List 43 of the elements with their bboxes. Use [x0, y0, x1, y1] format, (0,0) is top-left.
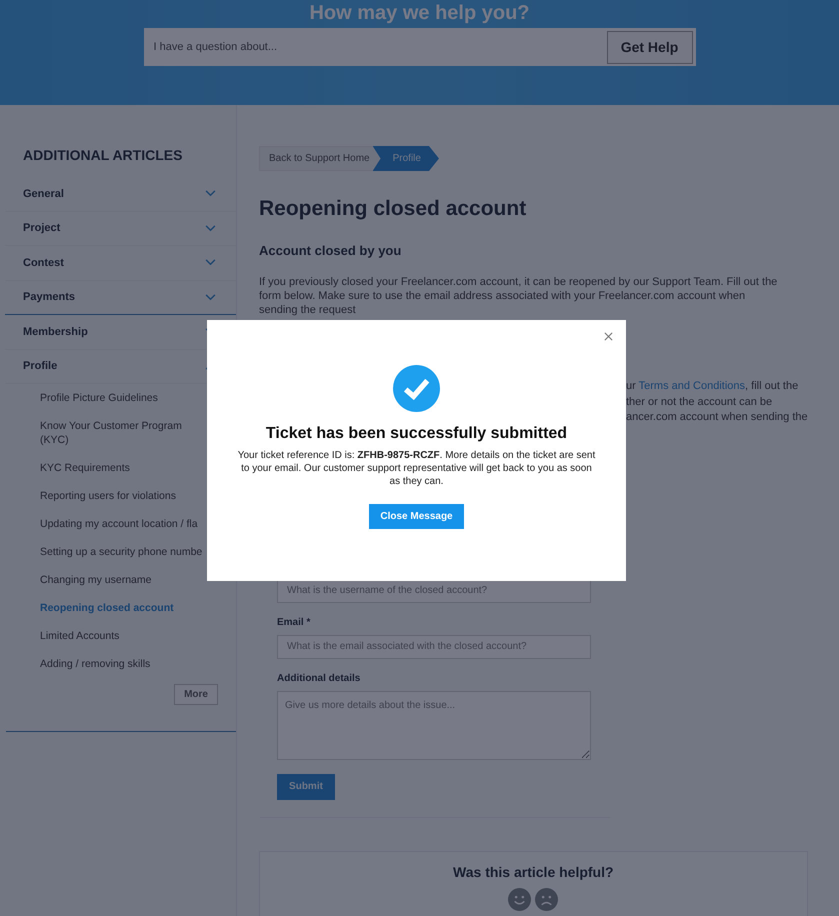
category-item[interactable]: Project [5, 212, 236, 246]
sidebar-title: ADDITIONAL ARTICLES [23, 147, 184, 163]
get-help-button[interactable]: Get Help [606, 30, 692, 64]
article-link[interactable]: Changing my username [40, 566, 210, 594]
submit-button[interactable]: Submit [277, 774, 335, 800]
field-label: Additional details [277, 672, 362, 684]
smiley-icon[interactable] [508, 888, 532, 910]
article-paragraph: If you previously closed your Freelancer.com account, it can be reopened by our Support Team. Fill out the form below. Make sure to use the email address associated with your Freelancer.com account when sending the request [259, 275, 778, 317]
article-link[interactable]: Reporting users for violations [40, 482, 210, 510]
article-link[interactable]: Know Your Customer Program (KYC) [40, 412, 210, 454]
category-item[interactable]: Contest [5, 246, 236, 280]
article-link[interactable]: Profile Picture Guidelines [40, 384, 210, 412]
chevron-icon [205, 294, 216, 301]
page-heading: How may we help you? [309, 2, 530, 26]
article-link[interactable]: Limited Accounts [40, 622, 210, 650]
chevron-icon [205, 190, 216, 198]
article-link[interactable]: Adding / removing skills [40, 650, 210, 678]
article-link[interactable]: KYC Requirements [40, 454, 210, 482]
category-item[interactable]: General [5, 177, 236, 212]
details-field[interactable]: Give us more details about the issue... [277, 690, 591, 760]
frown-icon[interactable] [535, 888, 558, 910]
more-button[interactable]: More [174, 684, 218, 705]
article-title: Reopening closed account [259, 197, 528, 221]
article-link[interactable]: Setting up a security phone numbe [40, 538, 210, 566]
chevron-icon [205, 224, 216, 232]
breadcrumb-current[interactable]: Profile [372, 146, 439, 171]
close-message-button[interactable]: Close Message [369, 504, 464, 529]
dialog-title: Ticket has been successfully submitted [266, 425, 568, 443]
category-item[interactable]: Payments [5, 280, 236, 315]
search-field[interactable]: I have a question about... Get Help [144, 28, 696, 66]
field-label: Email * [277, 616, 312, 628]
breadcrumb-link[interactable]: Back to Support Home [259, 146, 383, 171]
terms-link[interactable]: Terms and Conditions [638, 380, 746, 392]
feedback-question: Was this article helpful? [453, 864, 614, 880]
article-subtitle: Account closed by you [259, 243, 402, 258]
chevron-icon [205, 259, 216, 266]
close-icon[interactable] [604, 332, 613, 341]
article-link[interactable]: Reopening closed account [40, 594, 210, 622]
input-field[interactable]: What is the email associated with the closed account? [277, 634, 591, 658]
checkmark-icon [393, 365, 440, 412]
dialog-message: Your ticket reference ID is: ZFHB-9875-RCZF. More details on the ticket are sent to your email. Our customer support representative will get back to you as soon as they can. [236, 449, 596, 488]
article-paragraph: ur Terms and Conditions, fill out the ther or not the account can be ancer.com account when sending the [626, 379, 808, 425]
article-link[interactable]: Updating my account location / fla [40, 510, 210, 538]
